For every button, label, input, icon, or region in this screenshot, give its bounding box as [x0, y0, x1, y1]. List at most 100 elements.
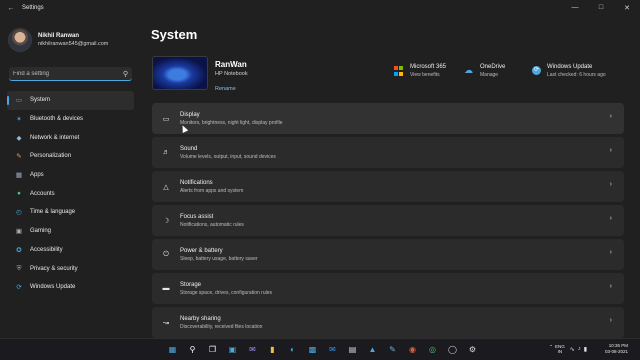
sidebar-item-apps[interactable]: ▦ Apps [7, 166, 134, 185]
card-notifications[interactable]: △ Notifications Alerts from apps and sys… [152, 171, 624, 202]
calendar-icon[interactable]: ▤ [346, 343, 359, 356]
sidebar: Nikhil Ranwan nikhilranwan545@gmail.com … [0, 16, 140, 338]
speaker-icon: ♬ [162, 149, 170, 156]
monitor-icon: ▭ [15, 97, 23, 105]
bluetooth-icon: ✶ [16, 116, 22, 124]
quick-link-microsoft-365[interactable]: Microsoft 365 View benefits [394, 64, 446, 78]
clock[interactable]: 10:35 PM 03-08-2021 [605, 343, 628, 355]
update-icon: ⟳ [16, 284, 22, 292]
bell-icon: △ [163, 183, 169, 191]
shield-icon: ⛨ [16, 264, 22, 272]
sidebar-item-system[interactable]: ▭ System [7, 91, 134, 110]
card-nearby-sharing[interactable]: ↝ Nearby sharing Discoverability, receiv… [152, 307, 624, 338]
chat-icon[interactable]: ✉ [246, 343, 259, 356]
card-focus-assist[interactable]: ☽ Focus assist Notifications, automatic … [152, 205, 624, 236]
chevron-right-icon: › [609, 283, 612, 290]
sidebar-item-time-language[interactable]: ◴ Time & language [7, 203, 134, 222]
widgets-icon[interactable]: ▣ [226, 343, 239, 356]
apps-icon: ▦ [15, 172, 23, 180]
chevron-right-icon: › [609, 147, 612, 154]
update-icon: ⟳ [532, 66, 541, 75]
photos-icon[interactable]: ▲ [366, 343, 379, 356]
user-profile[interactable]: Nikhil Ranwan nikhilranwan545@gmail.com [8, 28, 108, 52]
microsoft-logo-icon [394, 66, 404, 76]
quick-link-subtitle: Last checked: 6 hours ago [547, 72, 606, 78]
maximize-icon[interactable]: □ [588, 4, 614, 12]
display-icon: ▭ [162, 115, 170, 123]
device-model: HP Notebook [215, 71, 248, 77]
chevron-right-icon: › [609, 215, 612, 222]
media-icon[interactable]: ◉ [406, 343, 419, 356]
main-content: System RanWan HP Notebook Rename Microso… [140, 16, 640, 338]
store-icon[interactable]: ▩ [306, 343, 319, 356]
sidebar-item-label: Personalization [30, 153, 72, 160]
chevron-right-icon: › [609, 249, 612, 256]
battery-icon[interactable]: ▮ [584, 346, 587, 353]
back-arrow-icon[interactable]: ← [0, 5, 22, 12]
device-banner: RanWan HP Notebook Rename Microsoft 365 … [152, 56, 628, 92]
sidebar-item-windows-update[interactable]: ⟳ Windows Update [7, 278, 134, 297]
search-box[interactable]: ⚲ [9, 67, 132, 81]
card-storage[interactable]: ▬ Storage Storage space, drives, configu… [152, 273, 624, 304]
device-name: RanWan [215, 60, 247, 69]
chrome-icon[interactable]: ◎ [426, 343, 439, 356]
wallpaper-thumbnail [152, 56, 208, 90]
cloud-icon: ☁ [464, 65, 473, 75]
minimize-icon[interactable]: — [562, 4, 588, 12]
rename-link[interactable]: Rename [215, 86, 236, 92]
start-icon[interactable]: ▦ [166, 343, 179, 356]
sidebar-item-accounts[interactable]: ● Accounts [7, 184, 134, 203]
person-icon: ● [17, 190, 21, 198]
mail-icon[interactable]: ✉ [326, 343, 339, 356]
clock-globe-icon: ◴ [16, 209, 22, 217]
card-title: Display [180, 111, 200, 118]
taskbar-apps: ▦ ⚲ ❐ ▣ ✉ ▮ ◐ ▩ ✉ ▤ ▲ ✎ ◉ ◎ ◯ ⚙ [166, 343, 486, 356]
avatar [8, 28, 32, 52]
sidebar-item-label: Accounts [30, 190, 55, 197]
card-subtitle: Monitors, brightness, night light, displ… [180, 119, 283, 126]
search-icon[interactable]: ⚲ [123, 70, 128, 78]
app-icon[interactable]: ◯ [446, 343, 459, 356]
user-email: nikhilranwan545@gmail.com [38, 41, 109, 47]
chevron-up-icon[interactable]: ˆ [550, 346, 552, 352]
card-display[interactable]: ▭ Display Monitors, brightness, night li… [152, 103, 624, 134]
volume-icon[interactable]: ♪ [578, 346, 581, 352]
sidebar-item-privacy[interactable]: ⛨ Privacy & security [7, 259, 134, 278]
card-subtitle: Volume levels, output, input, sound devi… [180, 153, 276, 160]
sidebar-item-label: Windows Update [30, 284, 76, 291]
card-title: Sound [180, 145, 198, 152]
wifi-icon[interactable]: ∿ [570, 346, 575, 353]
file-explorer-icon[interactable]: ▮ [266, 343, 279, 356]
settings-gear-icon[interactable]: ⚙ [466, 343, 479, 356]
edge-icon[interactable]: ◐ [286, 343, 299, 356]
quick-link-onedrive[interactable]: ☁ OneDrive Manage [464, 64, 505, 78]
settings-icon[interactable]: ✎ [386, 343, 399, 356]
close-icon[interactable]: ✕ [614, 4, 640, 12]
sidebar-item-network[interactable]: ◆ Network & internet [7, 128, 134, 147]
power-icon: ⏻ [163, 250, 169, 258]
quick-link-windows-update[interactable]: ⟳ Windows Update Last checked: 6 hours a… [532, 64, 606, 78]
card-title: Nearby sharing [180, 315, 221, 322]
sidebar-item-bluetooth[interactable]: ✶ Bluetooth & devices [7, 110, 134, 129]
sidebar-item-gaming[interactable]: ▣ Gaming [7, 222, 134, 241]
card-power-battery[interactable]: ⏻ Power & battery Sleep, battery usage, … [152, 239, 624, 270]
search-input[interactable] [13, 70, 123, 77]
settings-list: ▭ Display Monitors, brightness, night li… [152, 103, 624, 341]
card-sound[interactable]: ♬ Sound Volume levels, output, input, so… [152, 137, 624, 168]
search-icon[interactable]: ⚲ [186, 343, 199, 356]
gamepad-icon: ▣ [15, 228, 23, 236]
window-title: Settings [22, 5, 44, 11]
sidebar-item-label: Time & language [30, 209, 76, 216]
title-bar: ← Settings — □ ✕ [0, 0, 640, 16]
accessibility-icon: ✪ [16, 246, 22, 254]
moon-icon: ☽ [162, 217, 170, 225]
sidebar-item-label: System [30, 97, 51, 104]
sidebar-item-personalization[interactable]: ✎ Personalization [7, 147, 134, 166]
card-subtitle: Storage space, drives, configuration rul… [180, 289, 272, 296]
sidebar-item-label: Privacy & security [30, 265, 78, 272]
chevron-right-icon: › [609, 317, 612, 324]
sidebar-item-accessibility[interactable]: ✪ Accessibility [7, 241, 134, 260]
task-view-icon[interactable]: ❐ [206, 343, 219, 356]
language-indicator[interactable]: ENG IN [555, 344, 565, 354]
quick-link-title: Windows Update [547, 64, 593, 70]
